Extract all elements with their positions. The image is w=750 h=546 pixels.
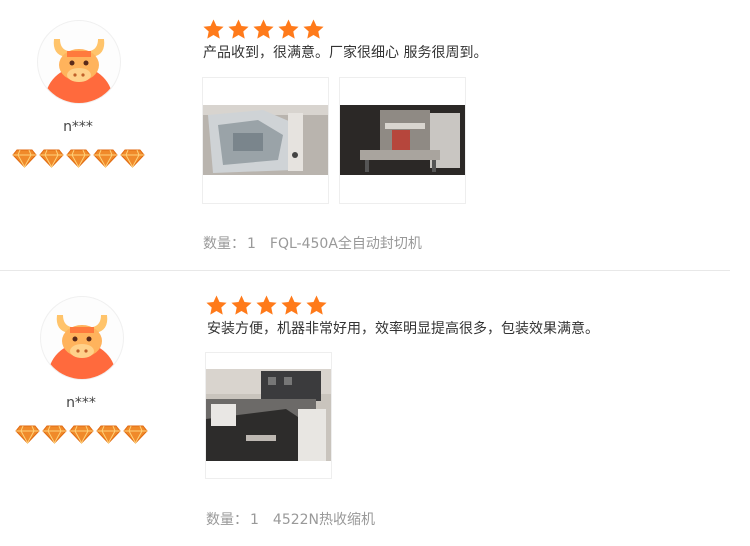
star-icon xyxy=(278,19,299,39)
star-icon xyxy=(303,19,324,39)
member-level-gems xyxy=(15,424,148,444)
avatar[interactable] xyxy=(40,296,124,380)
diamond-icon xyxy=(39,149,64,168)
order-info: 数量： 1 4522N热收缩机 xyxy=(206,509,375,529)
star-icon xyxy=(281,295,302,315)
machine-photo xyxy=(206,369,331,461)
star-icon xyxy=(203,19,224,39)
diamond-icon xyxy=(120,149,145,168)
review-photo-thumbnail[interactable] xyxy=(339,77,466,204)
username: n*** xyxy=(66,395,96,411)
member-level-gems xyxy=(12,148,145,168)
order-info: 数量： 1 FQL-450A全自动封切机 xyxy=(203,233,422,253)
review-text: 安装方便，机器非常好用，效率明显提高很多，包装效果满意。 xyxy=(207,321,599,337)
review-photos xyxy=(205,352,332,479)
star-icon xyxy=(228,19,249,39)
diamond-icon xyxy=(12,149,37,168)
star-icon xyxy=(206,295,227,315)
diamond-icon xyxy=(96,425,121,444)
diamond-icon xyxy=(15,425,40,444)
quantity-label: 数量： xyxy=(203,236,245,252)
machine-photo xyxy=(340,105,465,175)
bull-avatar-icon xyxy=(45,39,113,103)
star-icon xyxy=(306,295,327,315)
product-name: FQL-450A全自动封切机 xyxy=(269,236,422,252)
review-divider xyxy=(0,270,730,271)
diamond-icon xyxy=(69,425,94,444)
bull-avatar-icon xyxy=(48,315,116,379)
quantity-label: 数量： xyxy=(206,512,248,528)
quantity-value: 1 xyxy=(250,512,259,528)
star-icon xyxy=(253,19,274,39)
diamond-icon xyxy=(66,149,91,168)
star-icon xyxy=(231,295,252,315)
rating-stars xyxy=(205,294,328,317)
review-photo-thumbnail[interactable] xyxy=(205,352,332,479)
review-text: 产品收到，很满意。厂家很细心 服务很周到。 xyxy=(203,45,488,61)
diamond-icon xyxy=(93,149,118,168)
review-photo-thumbnail[interactable] xyxy=(202,77,329,204)
diamond-icon xyxy=(42,425,67,444)
star-icon xyxy=(256,295,277,315)
rating-stars xyxy=(202,18,325,41)
avatar[interactable] xyxy=(37,20,121,104)
review-photos xyxy=(202,77,466,204)
review-item: n*** 产品收到，很满意。厂家很细心 服务很周到。 数量： 1 FQL-450… xyxy=(0,0,750,270)
username: n*** xyxy=(63,119,93,135)
product-name: 4522N热收缩机 xyxy=(272,512,376,528)
diamond-icon xyxy=(123,425,148,444)
machine-photo xyxy=(203,105,328,175)
review-item: n*** 安装方便，机器非常好用，效率明显提高很多，包装效果满意。 数量： 1 … xyxy=(0,276,750,546)
quantity-value: 1 xyxy=(247,236,256,252)
